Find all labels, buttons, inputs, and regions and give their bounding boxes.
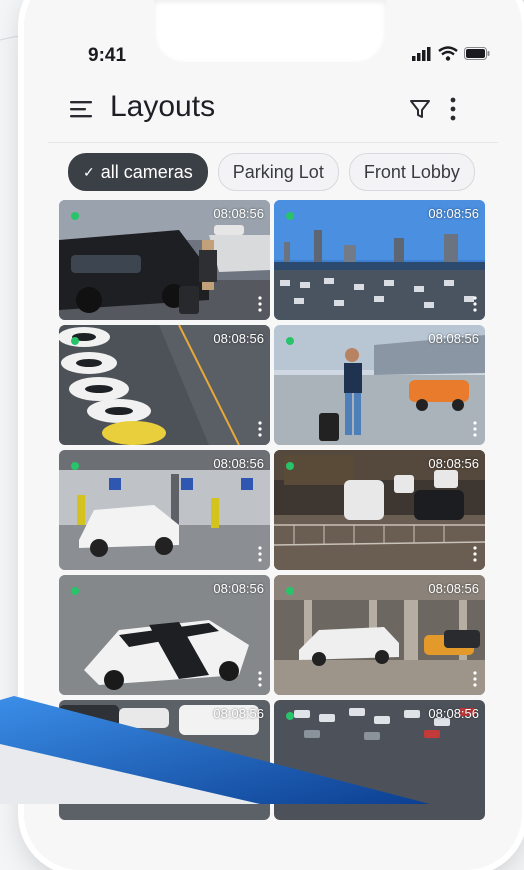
camera-tile[interactable]: 08:08:56 <box>59 700 270 820</box>
camera-timestamp: 08:08:56 <box>428 206 479 221</box>
camera-tile[interactable]: 08:08:56 <box>59 575 270 695</box>
chip-label: all cameras <box>100 161 193 182</box>
tile-more-icon[interactable] <box>258 296 262 312</box>
camera-tile[interactable]: 08:08:56 <box>274 575 485 695</box>
chip-parking-lot[interactable]: Parking Lot <box>217 153 339 191</box>
camera-timestamp: 08:08:56 <box>428 331 479 346</box>
chip-all-cameras[interactable]: ✓ all cameras <box>68 153 208 191</box>
check-icon: ✓ <box>83 163 95 180</box>
online-status-dot <box>286 712 294 720</box>
camera-tile[interactable]: 08:08:56 <box>59 450 270 570</box>
online-status-dot <box>286 587 294 595</box>
online-status-dot <box>71 712 79 720</box>
more-vertical-icon[interactable] <box>448 96 458 122</box>
status-time: 9:41 <box>88 45 127 66</box>
camera-timestamp: 08:08:56 <box>428 456 479 471</box>
online-status-dot <box>71 587 79 595</box>
camera-timestamp: 08:08:56 <box>213 581 264 596</box>
chip-label: Front Lobby <box>363 161 460 182</box>
camera-tile[interactable]: 08:08:56 <box>59 200 270 320</box>
online-status-dot <box>286 462 294 470</box>
tile-more-icon[interactable] <box>258 671 262 687</box>
camera-tile[interactable]: 08:08:56 <box>274 700 485 820</box>
battery-icon <box>464 47 490 60</box>
tile-more-icon[interactable] <box>473 546 477 562</box>
chip-label: Parking Lot <box>232 161 324 182</box>
wifi-icon <box>438 46 458 61</box>
menu-icon[interactable] <box>70 100 94 118</box>
online-status-dot <box>71 462 79 470</box>
phone-notch <box>154 0 386 62</box>
camera-grid: 08:08:56 08:08:56 08:08:56 08:08:56 08:0… <box>59 200 485 820</box>
app-header: Layouts <box>24 80 522 136</box>
signal-icon <box>412 46 431 61</box>
camera-tile[interactable]: 08:08:56 <box>274 450 485 570</box>
camera-timestamp: 08:08:56 <box>213 706 264 721</box>
camera-timestamp: 08:08:56 <box>428 706 479 721</box>
camera-timestamp: 08:08:56 <box>428 581 479 596</box>
online-status-dot <box>71 212 79 220</box>
tile-more-icon[interactable] <box>473 421 477 437</box>
status-icons <box>412 46 490 61</box>
online-status-dot <box>286 212 294 220</box>
tile-more-icon[interactable] <box>258 421 262 437</box>
page-title: Layouts <box>110 90 216 123</box>
chip-front-lobby[interactable]: Front Lobby <box>348 153 475 191</box>
camera-timestamp: 08:08:56 <box>213 456 264 471</box>
camera-timestamp: 08:08:56 <box>213 206 264 221</box>
tile-more-icon[interactable] <box>473 296 477 312</box>
filter-chips: ✓ all cameras Parking Lot Front Lobby <box>68 153 475 191</box>
camera-timestamp: 08:08:56 <box>213 331 264 346</box>
camera-tile[interactable]: 08:08:56 <box>59 325 270 445</box>
camera-tile[interactable]: 08:08:56 <box>274 325 485 445</box>
online-status-dot <box>71 337 79 345</box>
tile-more-icon[interactable] <box>473 671 477 687</box>
filter-icon[interactable] <box>409 98 431 120</box>
header-divider <box>48 142 498 143</box>
phone-frame: 9:41 Layouts ✓ all cameras Parking Lot F… <box>24 0 522 870</box>
tile-more-icon[interactable] <box>258 546 262 562</box>
online-status-dot <box>286 337 294 345</box>
camera-tile[interactable]: 08:08:56 <box>274 200 485 320</box>
